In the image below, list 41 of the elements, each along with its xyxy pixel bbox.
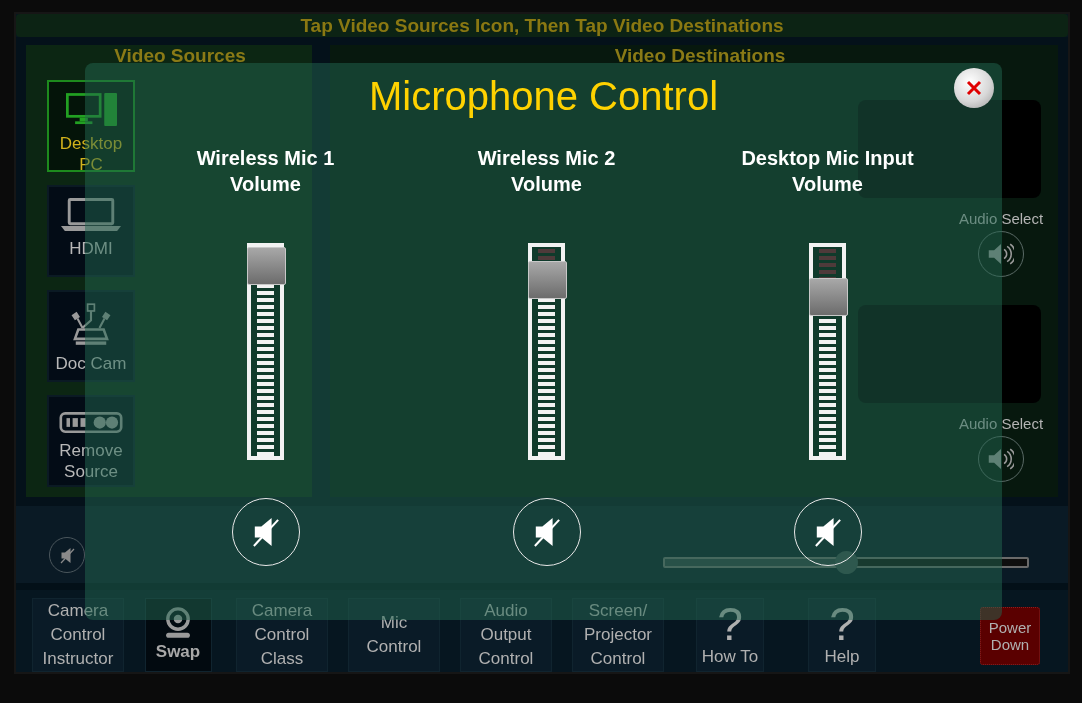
instruction-banner: Tap Video Sources Icon, Then Tap Video Destinations xyxy=(16,14,1068,37)
channel-title: Desktop Mic Input Volume xyxy=(740,146,915,197)
channel-title: Wireless Mic 1 Volume xyxy=(195,146,336,197)
slider-thumb[interactable] xyxy=(834,551,858,574)
control-label: Audio Select xyxy=(957,415,1045,433)
nav-button[interactable]: Screen/ Projector Control xyxy=(572,598,664,672)
speaker-icon xyxy=(988,242,1014,265)
mute-icon xyxy=(532,516,561,548)
help-button[interactable]: ? Help xyxy=(808,598,876,672)
power-button[interactable]: Power Down xyxy=(980,607,1040,665)
panel-title: Video Sources xyxy=(113,47,247,64)
slider-thumb[interactable] xyxy=(528,260,567,299)
mute-icon xyxy=(813,516,842,548)
mute-icon xyxy=(251,516,280,548)
slider-thumb[interactable] xyxy=(247,247,286,285)
nav-button[interactable]: Audio Output Control xyxy=(460,598,552,672)
help-button[interactable]: ? How To xyxy=(696,598,764,672)
close-icon xyxy=(966,80,982,96)
channel-title: Wireless Mic 2 Volume xyxy=(476,146,617,197)
dialog-title: Microphone Control xyxy=(368,73,719,120)
slider-thumb[interactable] xyxy=(809,277,848,316)
speaker-icon xyxy=(988,447,1014,470)
source-tile[interactable]: Doc Cam xyxy=(47,290,135,382)
output-preview-tile[interactable] xyxy=(858,305,1041,403)
laptop-icon xyxy=(61,198,121,231)
document-camera-icon xyxy=(69,303,113,346)
nav-button[interactable]: Mic Control xyxy=(348,598,440,672)
source-tile[interactable]: HDMI xyxy=(47,185,135,277)
computer-icon xyxy=(65,93,117,126)
panel-title: Video Destinations xyxy=(613,47,787,64)
nav-button[interactable]: Camera Control Class xyxy=(236,598,328,672)
swap-button[interactable]: Swap xyxy=(144,598,212,672)
slider-track[interactable] xyxy=(528,243,565,460)
nav-button[interactable]: Camera Control Instructor xyxy=(32,598,124,672)
slider-track[interactable] xyxy=(663,551,1029,574)
slider-track[interactable] xyxy=(247,243,284,460)
control-label: Audio Select xyxy=(957,210,1045,228)
keypad-icon xyxy=(59,412,123,433)
mute-icon xyxy=(59,546,75,564)
source-tile[interactable]: Remove Source xyxy=(47,395,135,487)
slider-track[interactable] xyxy=(809,243,846,460)
